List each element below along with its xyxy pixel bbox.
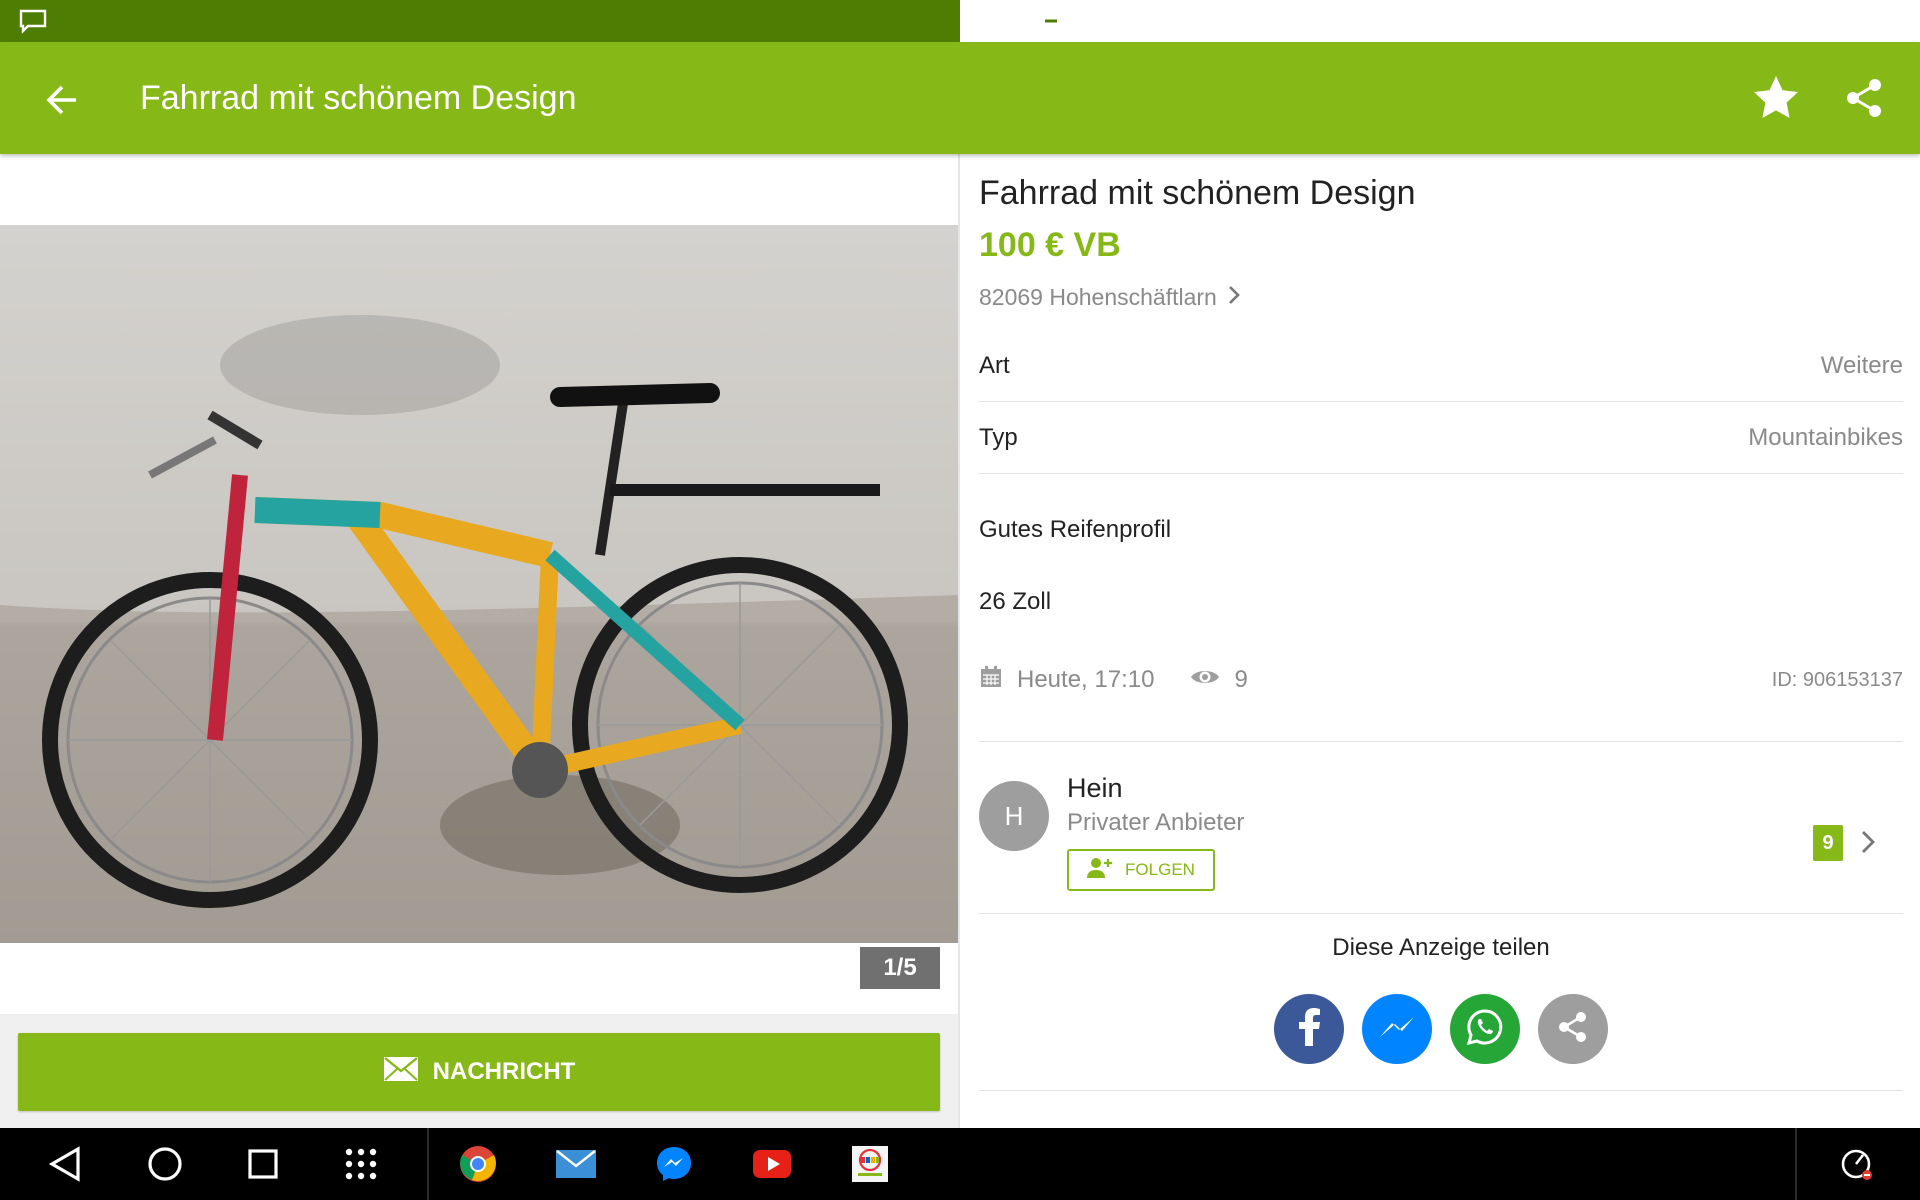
divider [979, 741, 1903, 742]
seller-name: Hein [1067, 773, 1123, 803]
home-icon[interactable] [130, 1128, 200, 1200]
chevron-right-icon [1227, 284, 1241, 311]
description-line: Gutes Reifenprofil [979, 516, 1172, 543]
views-item: 9 [1190, 666, 1248, 694]
calendar-icon [979, 665, 1003, 696]
view-count: 9 [1234, 666, 1248, 693]
listing-meta: Heute, 17:10 9 ID: 906153137 [979, 660, 1903, 700]
divider [979, 1090, 1903, 1091]
image-counter: 1/5 [860, 947, 940, 989]
status-icons: 54 % 17:25 [960, 0, 1920, 42]
attribute-key: Art [979, 351, 1010, 379]
messenger-icon[interactable] [639, 1128, 709, 1200]
location-link[interactable]: 82069 Hohenschäftlarn [979, 284, 1241, 311]
mail-icon[interactable] [541, 1128, 611, 1200]
attribute-value: Mountainbikes [1748, 423, 1903, 451]
listing-photo[interactable] [0, 225, 958, 943]
listing-title: Fahrrad mit schönem Design [979, 174, 1416, 212]
seller-ads-count-badge: 9 [1813, 825, 1843, 861]
divider [979, 913, 1903, 914]
envelope-icon [383, 1056, 419, 1089]
clock: 17:25 [1247, 7, 1308, 34]
attribute-value: Weitere [1820, 351, 1903, 379]
data-saver-icon [1000, 8, 1026, 34]
speedometer-icon[interactable] [1822, 1128, 1892, 1200]
share-icon [1555, 1009, 1591, 1050]
app-bar: Fahrrad mit schönem Design [0, 42, 1920, 154]
share-heading: Diese Anzeige teilen [1332, 934, 1550, 961]
back-arrow-icon[interactable] [38, 76, 86, 124]
whatsapp-icon [1465, 1007, 1505, 1052]
facebook-icon [1297, 1007, 1321, 1051]
location-text: 82069 Hohenschäftlarn [979, 284, 1217, 310]
messenger-share-button[interactable] [1362, 994, 1432, 1064]
messenger-icon [1377, 1013, 1417, 1046]
share-icon[interactable] [1840, 74, 1888, 122]
share-buttons [979, 994, 1903, 1064]
page-title: Fahrrad mit schönem Design [140, 79, 577, 117]
add-person-icon [1087, 857, 1113, 884]
message-notification-icon [18, 8, 48, 39]
seller-type: Privater Anbieter [1067, 809, 1245, 836]
listing-price: 100 € VB [979, 226, 1121, 264]
whatsapp-share-button[interactable] [1450, 994, 1520, 1064]
system-navigation-bar [0, 1128, 1920, 1200]
sync-icon [960, 7, 988, 35]
date-item: Heute, 17:10 [979, 665, 1154, 696]
follow-button[interactable]: FOLGEN [1067, 849, 1215, 891]
do-not-disturb-icon [1038, 8, 1064, 34]
ad-id: ID: 906153137 [1771, 668, 1903, 691]
details-panel: Fahrrad mit schönem Design 100 € VB 8206… [960, 154, 1920, 1128]
message-button-label: NACHRICHT [432, 1058, 576, 1085]
gallery-panel: 1/5 NACHRICHT [0, 154, 958, 1128]
description-line: 26 Zoll [979, 588, 1052, 615]
eye-icon [1190, 666, 1220, 694]
chevron-right-icon[interactable] [1859, 829, 1877, 860]
signal-icon [1118, 9, 1142, 33]
divider [1795, 1128, 1797, 1200]
follow-label: FOLGEN [1125, 860, 1195, 879]
battery-percent: 54 % [1182, 9, 1230, 32]
attribute-row-typ: Typ Mountainbikes [979, 402, 1903, 474]
seller-card[interactable]: H Hein Privater Anbieter FOLGEN 9 [979, 757, 1903, 897]
listing-date: Heute, 17:10 [1017, 666, 1155, 693]
attribute-row-art: Art Weitere [979, 330, 1903, 402]
ebay-kleinanzeigen-icon[interactable] [835, 1128, 905, 1200]
status-bar: 54 % 17:25 [0, 0, 1920, 42]
seller-avatar: H [979, 781, 1049, 851]
youtube-icon[interactable] [737, 1128, 807, 1200]
favorite-star-icon[interactable] [1750, 72, 1802, 124]
battery-icon [1154, 8, 1170, 34]
attribute-key: Typ [979, 423, 1018, 451]
back-icon[interactable] [30, 1128, 100, 1200]
divider [427, 1128, 429, 1200]
more-share-button[interactable] [1538, 994, 1608, 1064]
wifi-icon [1076, 9, 1106, 33]
recents-icon[interactable] [228, 1128, 298, 1200]
message-button[interactable]: NACHRICHT [18, 1033, 940, 1111]
apps-grid-icon[interactable] [326, 1128, 396, 1200]
chrome-icon[interactable] [443, 1128, 513, 1200]
facebook-share-button[interactable] [1274, 994, 1344, 1064]
